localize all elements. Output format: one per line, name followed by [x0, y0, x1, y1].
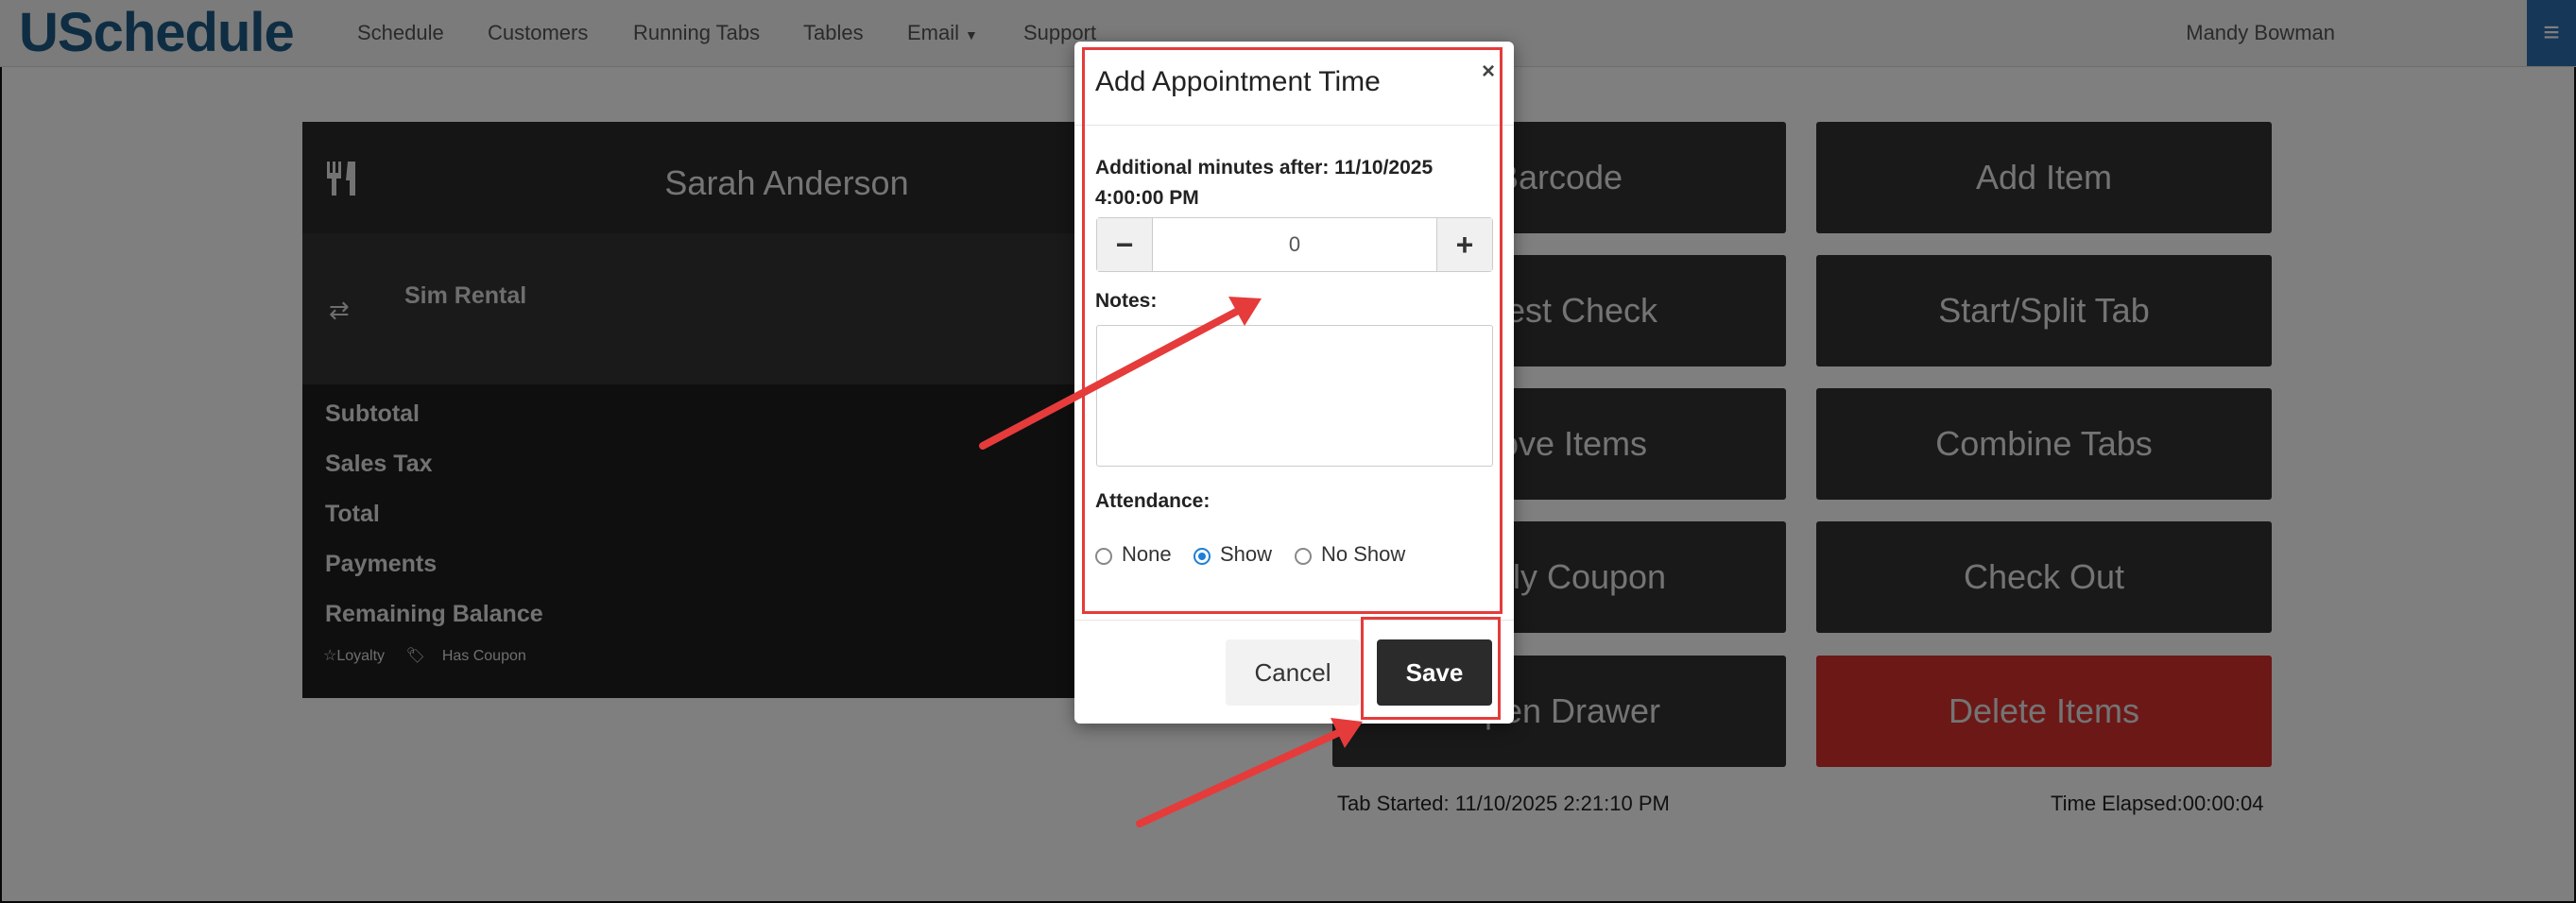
form-highlight-box [1082, 47, 1503, 614]
save-highlight-box [1361, 617, 1501, 720]
cancel-button[interactable]: Cancel [1226, 639, 1360, 706]
